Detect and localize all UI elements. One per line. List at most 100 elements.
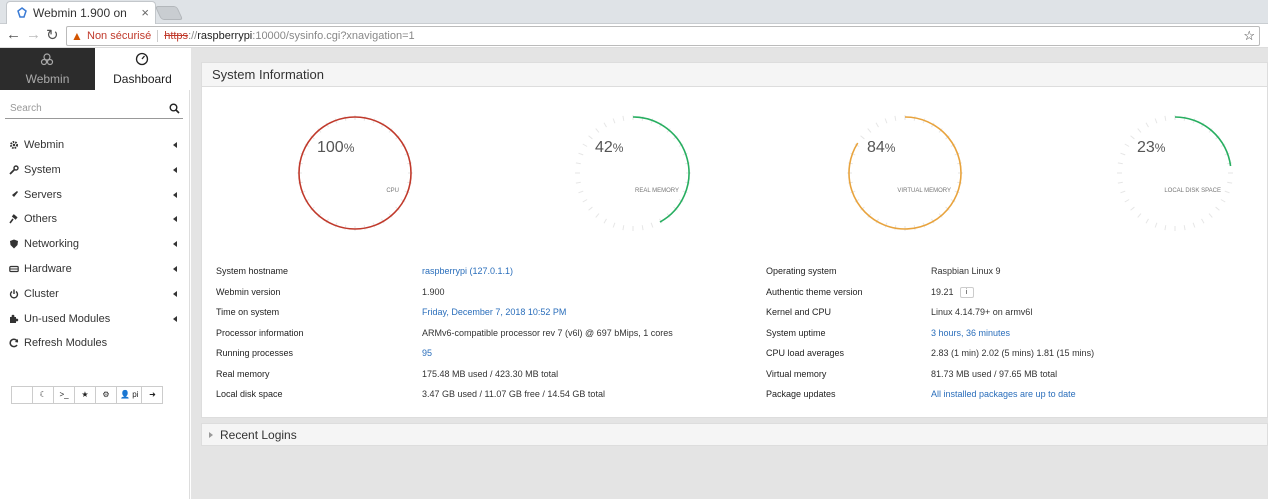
caret-left-icon [173,315,177,322]
sidebar-item-refresh-modules[interactable]: Refresh Modules [0,331,190,356]
gauge-tick [603,218,607,224]
gauge-tick [1124,199,1130,203]
reload-icon[interactable]: ↻ [46,26,59,44]
sidebar-toolbar: ☾ >_ ★ ⚙ 👤 pi ➜ [11,386,164,404]
sidebar-item-hardware[interactable]: Hardware [0,257,190,282]
url-path: :10000/sysinfo.cgi?xnavigation=1 [252,30,415,42]
browser-tab-strip: Webmin 1.900 on × [0,0,1268,24]
info-value[interactable]: Friday, December 7, 2018 10:52 PM [422,307,566,317]
switch-webmin-label: Webmin [25,72,70,86]
info-value[interactable]: All installed packages are up to date [931,389,1076,399]
gauge-label: VIRTUAL MEMORY [897,188,951,194]
info-value[interactable]: 3 hours, 36 minutes [931,328,1010,338]
gauge-percent-sign: % [612,141,624,155]
gauge-tick [1201,218,1205,224]
gauge-tick [875,122,879,128]
gauge-tick [1164,225,1167,231]
bookmark-star-icon[interactable]: ☆ [1243,27,1255,45]
night-mode-moon-icon[interactable]: ☾ [32,386,54,404]
info-value: Linux 4.14.79+ on armv6l [931,307,1033,317]
info-value[interactable]: raspberrypi (127.0.1.1) [422,266,513,276]
gauge-tick [1137,213,1142,218]
sidebar-item-label: Un-used Modules [24,312,111,325]
favorites-star-icon[interactable]: ★ [74,386,96,404]
gauge-cpu: 100% CPU [295,113,415,233]
gauge-tick [1120,190,1126,194]
gauge-ring [847,115,963,231]
gauge-tick [595,128,600,133]
info-value[interactable]: 95 [422,348,432,358]
user-icon: 👤 [120,390,130,399]
gauge-value: 23 [1137,139,1155,156]
url-separator: :// [188,30,198,42]
refresh-icon [9,338,19,348]
user-account-button[interactable]: 👤 pi [116,386,143,404]
browser-tab[interactable]: Webmin 1.900 on × [6,1,156,24]
sidebar-search-input[interactable]: Search [5,99,183,119]
tab-close-icon[interactable]: × [141,2,149,24]
caret-left-icon [173,241,177,248]
theme-info-icon[interactable]: i [959,286,974,298]
gauge-tick [612,222,616,228]
right-info-row: Package updates All installed packages ar… [766,389,1268,409]
sidebar-item-cluster[interactable]: Cluster [0,282,190,307]
url-scheme: https [164,30,189,42]
left-info-row: Real memory 175.48 MB used / 423.30 MB to… [216,369,736,389]
gauge-tick [622,115,625,121]
sidebar-item-others[interactable]: Others [0,207,190,232]
search-placeholder: Search [10,103,42,114]
dashboard-gauge-icon [135,52,149,66]
new-tab-button[interactable] [154,6,184,20]
sidebar-item-servers[interactable]: Servers [0,183,190,208]
terminal-icon[interactable]: >_ [53,386,75,404]
gauge-tick [575,181,581,184]
theme-settings-gears-icon[interactable]: ⚙ [95,386,117,404]
gauge-tick [1124,143,1130,147]
caret-left-icon [173,166,177,173]
sidebar-item-webmin[interactable]: Webmin [0,133,190,158]
forward-arrow-icon[interactable]: → [26,26,41,43]
left-info-row: Webmin version 1.900 [216,287,736,307]
info-value: 175.48 MB used / 423.30 MB total [422,368,559,379]
switch-webmin-tab[interactable]: Webmin [0,48,95,90]
power-icon [9,289,19,299]
gauge-tick [603,122,607,128]
search-icon[interactable] [169,103,180,114]
shield-icon [10,239,18,249]
gauge-ring [1117,115,1233,231]
gauge-tick [1154,118,1158,124]
expand-caret-icon [209,432,213,438]
toolbar-blank-button[interactable] [11,386,33,404]
info-label: Real memory [216,368,270,379]
gauge-tick [588,206,593,211]
logout-icon[interactable]: ➜ [141,386,164,404]
left-info-row: System hostname raspberrypi (127.0.1.1) [216,266,736,286]
gauge-tick [622,225,625,231]
sidebar-item-networking[interactable]: Networking [0,232,190,257]
switch-dashboard-tab[interactable]: Dashboard [95,48,190,90]
sidebar-item-label: Cluster [24,287,59,300]
info-value: 81.73 MB used / 97.65 MB total [931,368,1058,379]
gauge-value: 100 [317,139,344,156]
panel-title: System Information [202,63,1267,87]
right-info-row: System uptime 3 hours, 36 minutes [766,328,1268,348]
info-value: 19.21 i [931,287,974,298]
info-value: 3.47 GB used / 11.07 GB free / 14.54 GB … [422,389,605,399]
gauge-tick [1215,206,1220,211]
back-arrow-icon[interactable]: ← [6,26,21,43]
gauge-tick [1145,122,1149,128]
caret-left-icon [173,142,177,148]
gauge-label: CPU [386,188,399,194]
recent-logins-panel[interactable]: Recent Logins [201,423,1268,446]
gauge-tick [894,115,897,121]
address-divider [157,30,159,43]
gauge-tick [578,190,584,194]
rocket-icon [11,190,18,198]
address-bar[interactable]: ▲ Non sécurisé https://raspberrypi:10000/s… [66,26,1260,46]
right-info-row: Virtual memory 81.73 MB used / 97.65 MB t… [766,369,1268,389]
left-info-row: Local disk space 3.47 GB used / 11.07 GB … [216,389,736,409]
sidebar-item-system[interactable]: System [0,158,190,183]
gauge-tick [1183,225,1186,231]
gauge-arc [632,116,690,223]
sidebar-item-unused-modules[interactable]: Un-used Modules [0,307,190,332]
